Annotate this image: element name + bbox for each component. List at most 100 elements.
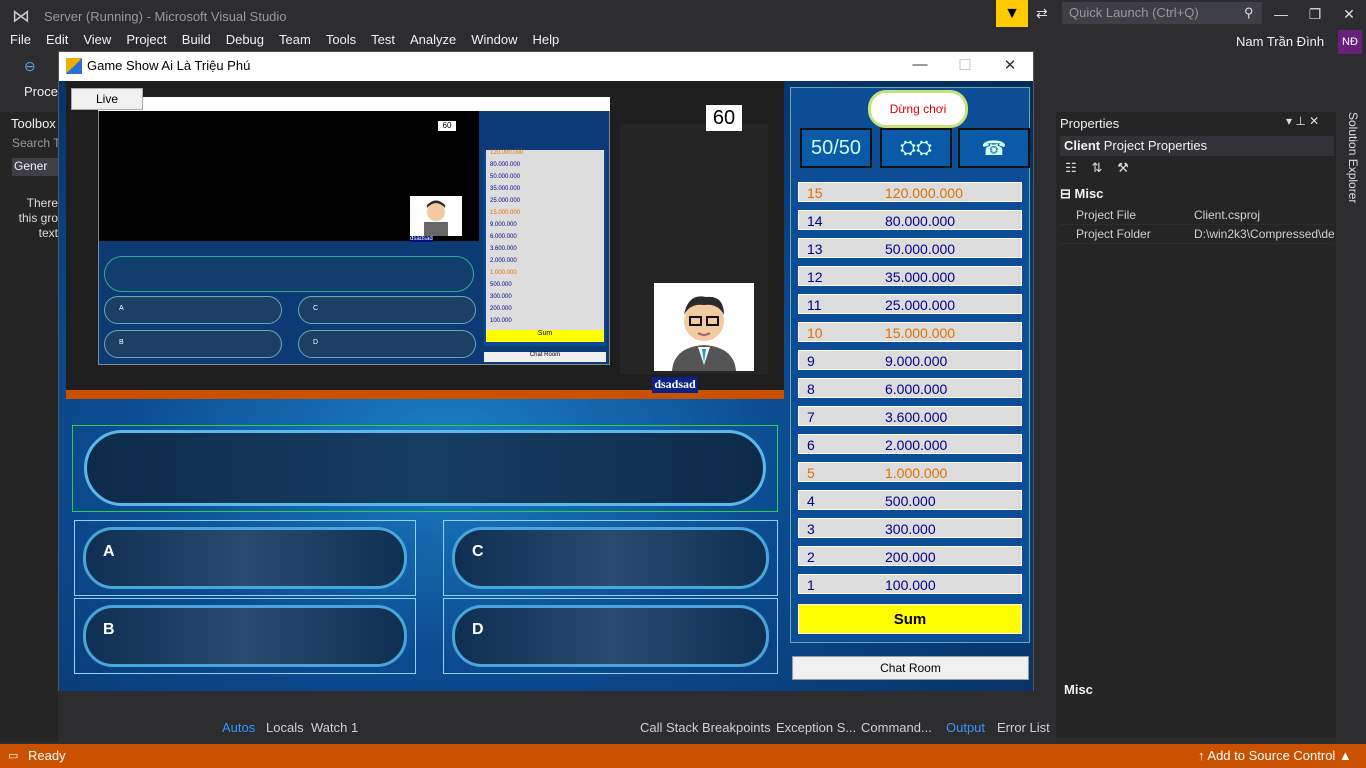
answer-a-button[interactable]: A (74, 520, 416, 596)
property-name: Project File (1076, 208, 1137, 222)
ladder-row: 2 200.000 (798, 546, 1022, 566)
game-maximize-icon[interactable]: ☐ (953, 56, 977, 74)
toolbox-group-general[interactable]: Gener (12, 158, 58, 176)
ladder-amount: 15.000.000 (885, 325, 956, 341)
menu-analyze[interactable]: Analyze (410, 32, 456, 47)
property-pages-icon[interactable]: ⚒ (1112, 160, 1134, 180)
ladder-level: 9 (807, 353, 815, 369)
menu-test[interactable]: Test (371, 32, 395, 47)
game-minimize-icon[interactable]: — (908, 56, 932, 73)
sum-button[interactable]: Sum (798, 604, 1022, 634)
shared-screen-ladder-row: 3.600.000 (486, 246, 604, 258)
status-icon: ▭ (8, 750, 19, 762)
answer-d-button[interactable]: D (443, 598, 778, 674)
tab-output[interactable]: Output (946, 720, 985, 735)
property-value: D:\win2k3\Compressed\de (1194, 227, 1334, 241)
shared-screen-avatar (410, 196, 462, 236)
shared-screen-ladder-row: 500.000 (486, 282, 604, 294)
solution-explorer-tab[interactable]: Solution Explorer (1340, 112, 1360, 212)
shared-screen-ladder-row: 6.000.000 (486, 234, 604, 246)
shared-screen-host-name: dsadsad (410, 236, 433, 242)
ladder-row: 11 25.000.000 (798, 294, 1022, 314)
close-icon[interactable]: ✕ (1339, 6, 1359, 23)
game-window-title: Game Show Ai Là Triệu Phú (87, 58, 251, 73)
menu-tools[interactable]: Tools (326, 32, 356, 47)
notification-icon[interactable]: ⇄ (1036, 5, 1048, 22)
ladder-level: 13 (807, 241, 823, 257)
shared-screen-ladder-row: 9.000.000 (486, 222, 604, 234)
chat-room-button[interactable]: Chat Room (792, 656, 1029, 680)
menu-view[interactable]: View (83, 32, 111, 47)
ladder-row: 9 9.000.000 (798, 350, 1022, 370)
ladder-amount: 35.000.000 (885, 269, 956, 285)
panel-pin-icon[interactable]: ▾ ⊥ ✕ (1286, 114, 1319, 128)
property-row[interactable]: Project Folder D:\win2k3\Compressed\de (1060, 225, 1334, 244)
menu-window[interactable]: Window (471, 32, 517, 47)
answer-c-frame (452, 527, 769, 589)
minimize-icon[interactable]: — (1271, 6, 1291, 22)
ladder-amount: 2.000.000 (885, 437, 948, 453)
restore-icon[interactable]: ❐ (1305, 6, 1325, 23)
answer-c-button[interactable]: C (443, 520, 778, 596)
menu-project[interactable]: Project (126, 32, 166, 47)
quick-launch-input[interactable]: Quick Launch (Ctrl+Q) (1062, 2, 1262, 24)
menu-debug[interactable]: Debug (226, 32, 264, 47)
object-type: Project Properties (1103, 138, 1208, 153)
stop-playing-button[interactable]: Dừng chơi (868, 90, 968, 128)
properties-object-selector[interactable]: Client Project Properties (1060, 136, 1334, 156)
properties-category[interactable]: ⊟ Misc (1060, 186, 1103, 202)
ladder-amount: 500.000 (885, 493, 936, 509)
tab-call-stack[interactable]: Call Stack (640, 720, 699, 735)
answer-b-button[interactable]: B (74, 598, 416, 674)
avatar[interactable]: NĐ (1338, 30, 1362, 54)
ladder-level: 15 (807, 185, 823, 201)
search-icon[interactable]: ⚲ (1244, 5, 1254, 21)
ladder-level: 8 (807, 381, 815, 397)
game-close-icon[interactable]: ✕ (998, 56, 1022, 74)
ladder-row: 14 80.000.000 (798, 210, 1022, 230)
ladder-level: 3 (807, 521, 815, 537)
shared-screen-title-bar (98, 97, 610, 111)
property-row[interactable]: Project File Client.csproj (1060, 206, 1334, 225)
alphabetical-icon[interactable]: ⇅ (1086, 160, 1108, 180)
ladder-amount: 3.600.000 (885, 409, 948, 425)
navigate-back-icon[interactable]: ⊖ (24, 58, 36, 75)
ladder-row: 3 300.000 (798, 518, 1022, 538)
ladder-amount: 1.000.000 (885, 465, 948, 481)
menu-help[interactable]: Help (533, 32, 560, 47)
tab-breakpoints[interactable]: Breakpoints (702, 720, 771, 735)
answer-a-label: A (103, 543, 115, 560)
ladder-level: 12 (807, 269, 823, 285)
answer-a-frame (83, 527, 407, 589)
shared-screen-sum: Sum (486, 330, 604, 342)
menu-team[interactable]: Team (279, 32, 311, 47)
tab-watch[interactable]: Watch 1 (311, 720, 358, 735)
toolbox-search-input[interactable]: Search T (12, 136, 60, 150)
tab-error-list[interactable]: Error List (997, 720, 1050, 735)
menu-file[interactable]: File (10, 32, 31, 47)
tab-exception-settings[interactable]: Exception S... (776, 720, 856, 735)
property-name: Project Folder (1076, 227, 1151, 241)
ladder-row: 13 50.000.000 (798, 238, 1022, 258)
game-app-icon (66, 58, 82, 74)
live-button[interactable]: Live (71, 88, 143, 110)
menu-build[interactable]: Build (182, 32, 211, 47)
tab-autos[interactable]: Autos (222, 720, 255, 735)
visual-studio-logo-icon: ⋈ (12, 6, 30, 26)
lifeline-phone-icon[interactable]: ☎ (958, 128, 1030, 168)
user-name[interactable]: Nam Trần Đình (1236, 34, 1324, 49)
tab-locals[interactable]: Locals (266, 720, 304, 735)
add-to-source-control-button[interactable]: ↑ Add to Source Control ▲ (1198, 748, 1352, 763)
object-name: Client (1064, 138, 1101, 153)
categorized-icon[interactable]: ☷ (1060, 160, 1082, 180)
lifeline-audience-icon[interactable]: ⛭⛭ (880, 128, 952, 168)
menu-edit[interactable]: Edit (46, 32, 68, 47)
tab-command[interactable]: Command... (861, 720, 932, 735)
ladder-amount: 6.000.000 (885, 381, 948, 397)
shared-screen-ladder-row: 25.000.000 (486, 198, 604, 210)
shared-screen-ladder-row: 120.000.000 (486, 150, 604, 162)
status-bar (0, 744, 1366, 768)
ladder-level: 2 (807, 549, 815, 565)
lifeline-5050-button[interactable]: 50/50 (800, 128, 872, 168)
feedback-filter-icon[interactable]: ▼ (996, 0, 1028, 27)
